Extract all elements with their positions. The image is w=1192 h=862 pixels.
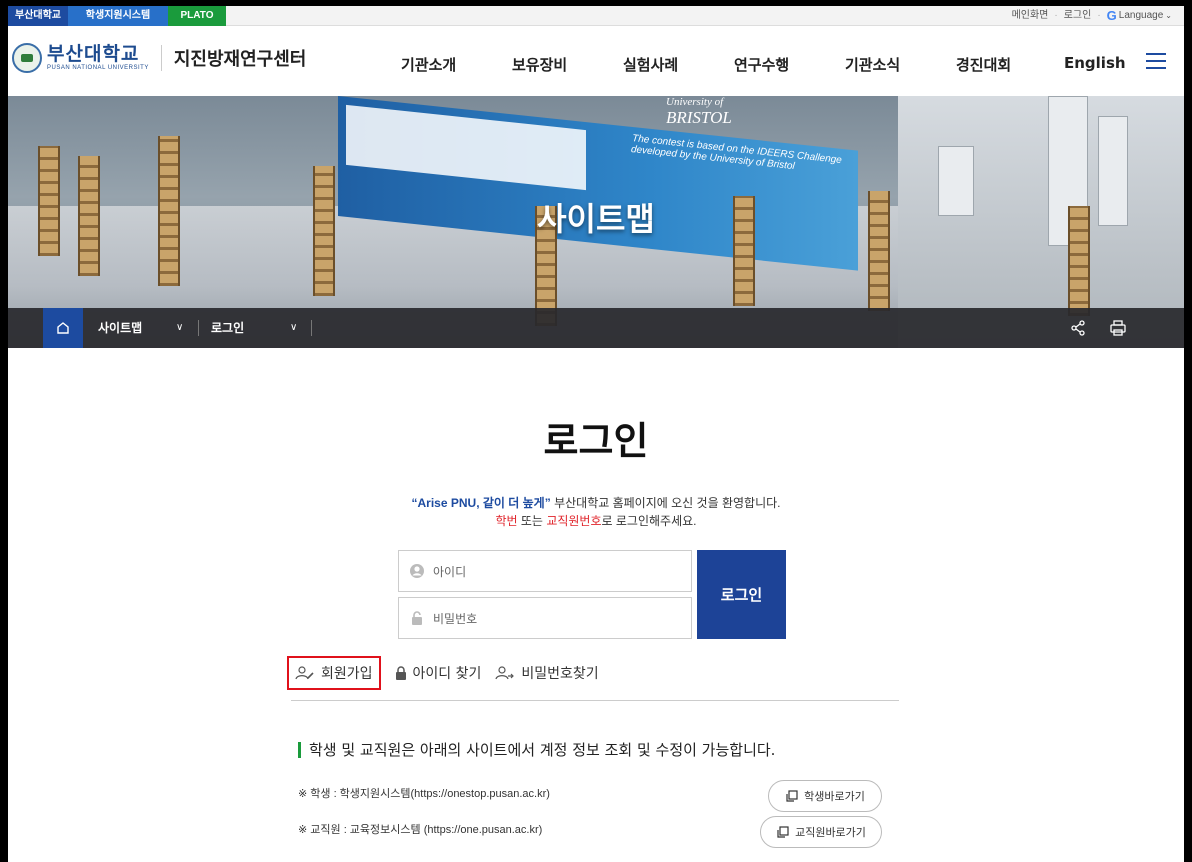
find-id-link[interactable]: 아이디 찾기 <box>395 663 482 683</box>
print-icon[interactable] <box>1108 318 1128 338</box>
breadcrumb-divider <box>198 320 199 336</box>
guide-student-id: 학번 <box>495 514 518 528</box>
hero-banner: University of BRISTOL The contest is bas… <box>8 96 1184 348</box>
quick-link-pnu[interactable]: 부산대학교 <box>8 6 68 26</box>
nav-about[interactable]: 기관소개 <box>401 54 456 75</box>
site-header: 부산대학교 PUSAN NATIONAL UNIVERSITY 지진방재연구센터… <box>8 26 1184 96</box>
hamburger-menu-icon[interactable] <box>1146 53 1166 71</box>
account-info-text: 학생 및 교직원은 아래의 사이트에서 계정 정보 조회 및 수정이 가능합니다… <box>309 741 776 759</box>
logo-divider <box>160 45 162 71</box>
slogan: “Arise PNU, 같이 더 높게” <box>411 496 551 510</box>
student-note: ※ 학생 : 학생지원시스템(https://onestop.pusan.ac.… <box>298 788 550 800</box>
utility-login-link[interactable]: 로그인 <box>1064 6 1092 26</box>
guide-rest: 로 로그인해주세요. <box>601 514 697 528</box>
staff-note: ※ 교직원 : 교육정보시스템 (https://one.pusan.ac.kr… <box>298 824 543 836</box>
quick-link-plato[interactable]: PLATO <box>168 6 226 26</box>
breadcrumb-divider <box>311 320 312 336</box>
find-password-link[interactable]: 비밀번호찾기 <box>495 663 599 683</box>
nav-news[interactable]: 기관소식 <box>845 54 900 75</box>
share-icon[interactable] <box>1068 318 1088 338</box>
language-label: Language <box>1118 10 1164 21</box>
new-window-icon <box>777 825 789 838</box>
breadcrumb-bar: 사이트맵 ∨ 로그인 ∨ <box>8 308 1184 348</box>
google-icon: G <box>1106 8 1117 23</box>
university-seal-icon <box>12 43 42 73</box>
chevron-down-icon[interactable]: ∨ <box>176 308 183 348</box>
password-input[interactable]: 비밀번호 <box>398 597 692 639</box>
signup-label: 회원가입 <box>321 666 373 682</box>
nav-english[interactable]: English <box>1064 54 1126 72</box>
chevron-down-icon: ⌄ <box>1165 11 1172 20</box>
guide-staff-id: 교직원번호 <box>546 514 602 528</box>
nav-research[interactable]: 연구수행 <box>734 54 789 75</box>
lock-icon <box>395 666 406 680</box>
nav-equipment[interactable]: 보유장비 <box>512 54 567 75</box>
quick-link-student-system[interactable]: 학생지원시스템 <box>68 6 168 26</box>
breadcrumb-login[interactable]: 로그인 <box>211 308 244 348</box>
password-placeholder: 비밀번호 <box>433 611 478 626</box>
find-id-label: 아이디 찾기 <box>412 666 482 682</box>
utility-right: 메인화면 · 로그인 · G Language ⌄ <box>1012 6 1172 26</box>
id-placeholder: 아이디 <box>433 564 467 579</box>
logo-english: PUSAN NATIONAL UNIVERSITY <box>47 65 149 71</box>
center-name: 지진방재연구센터 <box>173 49 307 70</box>
login-button[interactable]: 로그인 <box>697 550 786 639</box>
id-input[interactable]: 아이디 <box>398 550 692 592</box>
utility-bar: 부산대학교 학생지원시스템 PLATO 메인화면 · 로그인 · G Langu… <box>8 6 1184 26</box>
browser-page: 부산대학교 학생지원시스템 PLATO 메인화면 · 로그인 · G Langu… <box>8 6 1184 862</box>
student-shortcut-label: 학생바로가기 <box>804 791 865 803</box>
heading-bar <box>298 741 301 758</box>
student-shortcut-button[interactable]: 학생바로가기 <box>768 780 882 812</box>
main-page-link[interactable]: 메인화면 <box>1012 6 1049 26</box>
user-icon <box>410 564 424 578</box>
breadcrumb-sitemap[interactable]: 사이트맵 <box>98 308 142 348</box>
bristol-logo-text: University of BRISTOL <box>666 96 732 127</box>
lock-icon <box>412 611 422 625</box>
welcome-message: “Arise PNU, 같이 더 높게” 부산대학교 홈페이지에 오신 것을 환… <box>8 494 1184 511</box>
login-guide: 학번 또는 교직원번호로 로그인해주세요. <box>8 512 1184 529</box>
new-window-icon <box>786 789 798 802</box>
staff-shortcut-button[interactable]: 교직원바로가기 <box>760 816 882 848</box>
user-arrow-icon <box>495 666 515 680</box>
page-title: 로그인 <box>543 419 649 463</box>
welcome-text: 부산대학교 홈페이지에 오신 것을 환영합니다. <box>550 496 781 510</box>
account-links: 회원가입 아이디 찾기 비밀번호찾기 <box>287 656 613 690</box>
nav-competition[interactable]: 경진대회 <box>956 54 1011 75</box>
site-logo[interactable]: 부산대학교 PUSAN NATIONAL UNIVERSITY 지진방재연구센터 <box>12 43 306 73</box>
nav-experiments[interactable]: 실험사례 <box>623 54 678 75</box>
chevron-down-icon[interactable]: ∨ <box>290 308 297 348</box>
signup-link[interactable]: 회원가입 <box>287 656 381 690</box>
banner-title: 사이트맵 <box>537 200 655 238</box>
home-icon <box>57 322 69 334</box>
account-info-heading: 학생 및 교직원은 아래의 사이트에서 계정 정보 조회 및 수정이 가능합니다… <box>298 739 775 760</box>
separator-dot: · <box>1097 10 1101 21</box>
language-selector[interactable]: G Language ⌄ <box>1107 6 1172 26</box>
logo-korean: 부산대학교 <box>47 43 140 65</box>
staff-shortcut-label: 교직원바로가기 <box>795 827 866 839</box>
separator-dot: · <box>1054 10 1058 21</box>
home-button[interactable] <box>43 308 83 348</box>
divider-line <box>291 700 899 701</box>
find-password-label: 비밀번호찾기 <box>521 666 599 682</box>
guide-or: 또는 <box>517 514 547 528</box>
user-edit-icon <box>295 666 314 680</box>
